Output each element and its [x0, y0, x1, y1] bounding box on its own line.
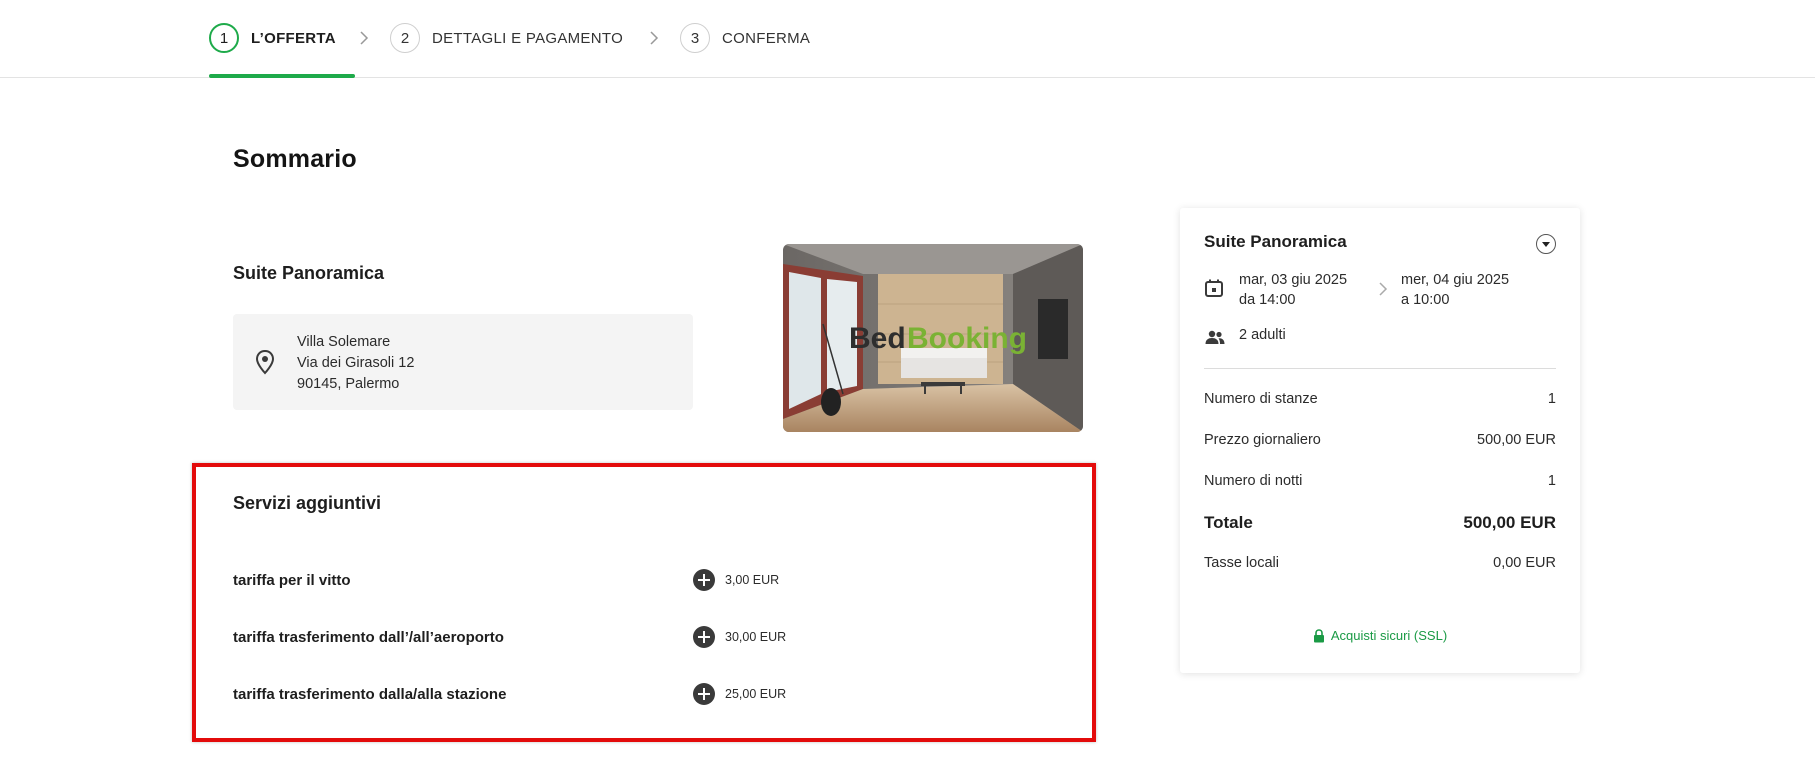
summary-row-label: Tasse locali	[1204, 555, 1279, 571]
calendar-icon	[1205, 279, 1223, 297]
services-title: Servizi aggiuntivi	[233, 493, 382, 513]
service-name: tariffa per il vitto	[233, 571, 351, 589]
add-service-button[interactable]	[693, 569, 715, 591]
step-number: 3	[680, 23, 710, 53]
summary-row-value: 500,00 EUR	[1463, 513, 1556, 532]
chevron-right-icon	[650, 31, 659, 45]
service-name: tariffa trasferimento dalla/alla stazion…	[233, 685, 507, 703]
step-label: CONFERMA	[722, 29, 811, 47]
summary-row-value: 0,00 EUR	[1493, 555, 1556, 571]
active-step-indicator	[209, 74, 355, 78]
add-service-button[interactable]	[693, 626, 715, 648]
summary-row-label: Totale	[1204, 513, 1253, 532]
address-line-street: Via dei Girasoli 12	[297, 355, 415, 371]
step-number: 2	[390, 23, 420, 53]
service-price: 3,00 EUR	[725, 573, 780, 587]
summary-divider	[1204, 368, 1556, 369]
summary-row-rooms: Numero di stanze 1	[1204, 391, 1556, 407]
service-row: tariffa trasferimento dall’/all’aeroport…	[233, 623, 1073, 651]
step-number: 1	[209, 23, 239, 53]
checkout-stepper: 1 L’OFFERTA 2 DETTAGLI E PAGAMENTO 3 CON…	[0, 0, 1815, 78]
service-price: 25,00 EUR	[725, 687, 787, 701]
summary-row-nights: Numero di notti 1	[1204, 473, 1556, 489]
lock-icon	[1313, 628, 1324, 642]
address-line-name: Villa Solemare	[297, 334, 391, 350]
room-photo: Bed Booking	[783, 244, 1083, 432]
service-row: tariffa trasferimento dalla/alla stazion…	[233, 680, 1073, 708]
room-title: Suite Panoramica	[233, 263, 385, 283]
summary-room-title: Suite Panoramica	[1204, 232, 1347, 251]
address-line-city: 90145, Palermo	[297, 376, 400, 392]
secure-purchase-link[interactable]: Acquisti sicuri (SSL)	[1180, 628, 1580, 643]
watermark-bed: Bed	[849, 322, 906, 355]
map-pin-icon	[255, 349, 275, 375]
booking-summary-card: Suite Panoramica mar, 03 giu 2025 da 14:…	[1180, 208, 1580, 673]
chevron-right-icon	[360, 31, 369, 45]
address-text: Villa Solemare Via dei Girasoli 12 90145…	[297, 332, 414, 395]
checkin-time: da 14:00	[1239, 292, 1296, 308]
service-price: 30,00 EUR	[725, 630, 787, 644]
step-label: DETTAGLI E PAGAMENTO	[432, 29, 624, 47]
summary-row-value: 1	[1547, 473, 1556, 489]
expand-summary-toggle[interactable]	[1536, 234, 1556, 254]
checkout-date: mer, 04 giu 2025	[1401, 272, 1510, 288]
watermark-booking: Booking	[907, 322, 1027, 355]
summary-row-local-taxes: Tasse locali 0,00 EUR	[1204, 555, 1556, 571]
step-details-payment[interactable]: 2 DETTAGLI E PAGAMENTO	[390, 22, 623, 54]
service-row: tariffa per il vitto 3,00 EUR	[233, 566, 1073, 594]
checkin-info: mar, 03 giu 2025 da 14:00	[1239, 270, 1347, 310]
page-title: Sommario	[233, 145, 357, 173]
address-box: Villa Solemare Via dei Girasoli 12 90145…	[233, 314, 693, 410]
step-label: L’OFFERTA	[251, 29, 336, 47]
guests-count: 2 adulti	[1239, 327, 1286, 343]
summary-row-label: Numero di stanze	[1204, 391, 1318, 407]
secure-purchase-label: Acquisti sicuri (SSL)	[1330, 628, 1448, 643]
service-name: tariffa trasferimento dall’/all’aeroport…	[233, 628, 504, 646]
guests-icon	[1205, 330, 1225, 344]
step-confirm[interactable]: 3 CONFERMA	[680, 22, 810, 54]
chevron-right-icon	[1379, 282, 1388, 296]
summary-row-total: Totale 500,00 EUR	[1204, 513, 1556, 533]
summary-row-daily-price: Prezzo giornaliero 500,00 EUR	[1204, 432, 1556, 448]
room-photo-illustration: Bed Booking	[783, 244, 1083, 432]
checkin-date: mar, 03 giu 2025	[1239, 272, 1348, 288]
summary-row-value: 500,00 EUR	[1477, 432, 1556, 448]
summary-row-value: 1	[1547, 391, 1556, 407]
summary-row-label: Prezzo giornaliero	[1204, 432, 1321, 448]
add-service-button[interactable]	[693, 683, 715, 705]
summary-row-label: Numero di notti	[1204, 473, 1303, 489]
checkout-info: mer, 04 giu 2025 a 10:00	[1401, 270, 1509, 310]
extra-services-section: Servizi aggiuntivi tariffa per il vitto …	[192, 463, 1096, 742]
step-offer[interactable]: 1 L’OFFERTA	[209, 22, 336, 54]
checkout-time: a 10:00	[1401, 292, 1450, 308]
